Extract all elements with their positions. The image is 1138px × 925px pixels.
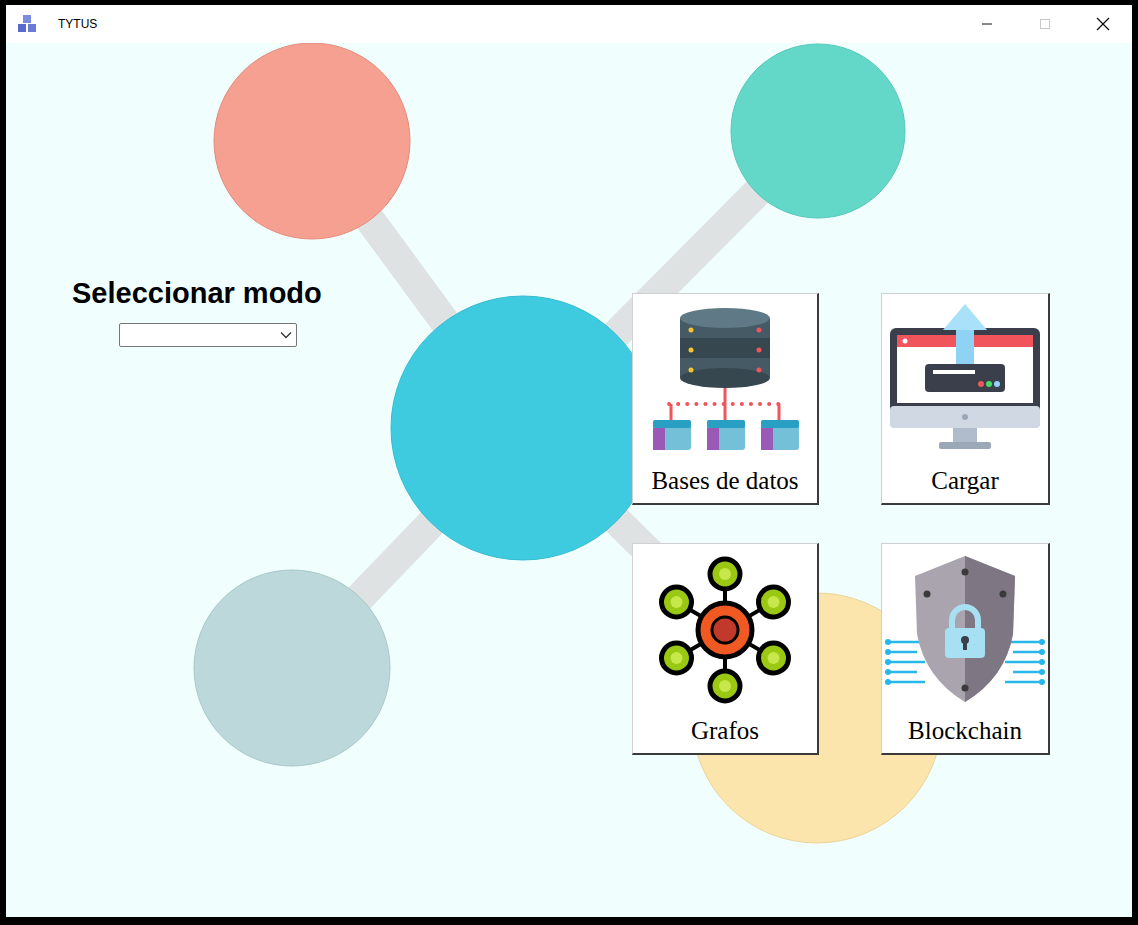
module-button[interactable]: Bases de datos [632,293,819,505]
mode-panel: Seleccionar modo [72,275,322,347]
module-button[interactable]: Grafos [632,543,819,755]
upload-monitor-icon [885,300,1045,460]
chevron-down-icon [280,331,292,339]
module-button-label: Grafos [687,718,763,743]
app-window: TYTUS Seleccionar modo Bases de datos Carga… [0,0,1138,925]
minimize-icon [981,18,993,30]
module-button[interactable]: Cargar [881,293,1050,505]
graph-icon [645,550,805,710]
shield-lock-icon [885,550,1045,710]
main-canvas: Seleccionar modo Bases de datos Cargar Graf… [6,43,1132,917]
module-button[interactable]: Blockchain [881,543,1050,755]
title-bar: TYTUS [6,5,1132,43]
module-button-label: Cargar [927,468,1003,493]
database-icon [645,300,805,460]
module-button-label: Blockchain [904,718,1026,743]
window-title: TYTUS [58,15,97,33]
mode-heading: Seleccionar modo [72,275,322,311]
window-controls [958,5,1132,43]
app-logo-icon [17,14,37,34]
module-buttons: Bases de datos Cargar Grafos Blockchain [632,293,1050,755]
close-icon [1096,17,1110,31]
maximize-button [1016,5,1074,43]
maximize-icon [1039,18,1051,30]
module-button-label: Bases de datos [647,468,802,493]
mode-select[interactable] [119,323,297,347]
close-button[interactable] [1074,5,1132,43]
minimize-button[interactable] [958,5,1016,43]
